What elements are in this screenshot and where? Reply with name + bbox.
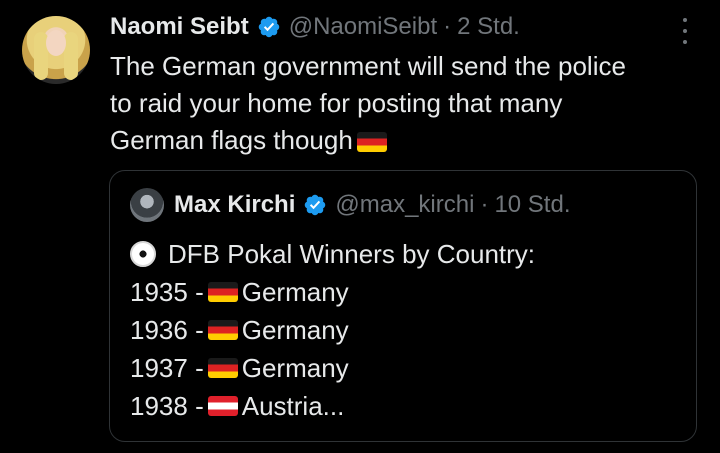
author-avatar[interactable] — [22, 16, 90, 84]
winner-country: Austria... — [241, 391, 345, 421]
winner-country: Germany — [241, 277, 349, 307]
winner-entry: 1938 - Austria... — [130, 387, 670, 425]
quoted-author-name: Max Kirchi — [174, 191, 296, 218]
winner-entry: 1937 - Germany — [130, 349, 670, 387]
germany-flag-icon — [207, 282, 238, 302]
soccer-ball-icon — [130, 241, 156, 267]
tweet-text: The German government will send the poli… — [110, 48, 700, 159]
quoted-author-avatar — [130, 188, 164, 222]
austria-flag-icon — [207, 396, 238, 416]
tweet-header: Naomi Seibt @NaomiSeibt · 2 Std. — [110, 10, 520, 44]
quoted-timestamp: 10 Std. — [494, 191, 571, 218]
winner-year: 1938 - — [130, 391, 204, 421]
quoted-tweet-text: DFB Pokal Winners by Country: 1935 - Ger… — [130, 235, 670, 425]
quoted-heading: DFB Pokal Winners by Country: — [168, 239, 536, 269]
tweet-text-line-last: German flags though — [110, 122, 700, 159]
winner-country: Germany — [241, 315, 349, 345]
winner-year: 1937 - — [130, 353, 204, 383]
tweet[interactable]: Naomi Seibt @NaomiSeibt · 2 Std. The Ger… — [0, 0, 720, 453]
timestamp[interactable]: 2 Std. — [457, 13, 520, 41]
quoted-author-handle: @max_kirchi — [335, 191, 475, 218]
winner-year: 1935 - — [130, 277, 204, 307]
verified-badge-icon — [258, 16, 279, 38]
winner-year: 1936 - — [130, 315, 204, 345]
author-name[interactable]: Naomi Seibt — [110, 13, 249, 41]
quoted-tweet[interactable]: Max Kirchi @max_kirchi · 10 Std. DFB Pok… — [109, 170, 697, 442]
tweet-text-line: The German government will send the poli… — [110, 51, 626, 81]
germany-flag-icon — [207, 358, 238, 378]
germany-flag-icon — [356, 132, 387, 152]
quoted-tweet-header: Max Kirchi @max_kirchi · 10 Std. — [130, 188, 571, 222]
author-handle[interactable]: @NaomiSeibt — [289, 13, 437, 41]
quoted-heading-line: DFB Pokal Winners by Country: — [130, 235, 670, 273]
winner-entry: 1935 - Germany — [130, 273, 670, 311]
verified-badge-icon — [305, 194, 326, 216]
more-options-icon[interactable] — [676, 18, 694, 44]
winner-entry: 1936 - Germany — [130, 311, 670, 349]
winner-country: Germany — [241, 353, 349, 383]
separator: · — [480, 191, 489, 218]
separator: · — [443, 13, 452, 40]
tweet-text-line: to raid your home for posting that many — [110, 88, 563, 118]
germany-flag-icon — [207, 320, 238, 340]
